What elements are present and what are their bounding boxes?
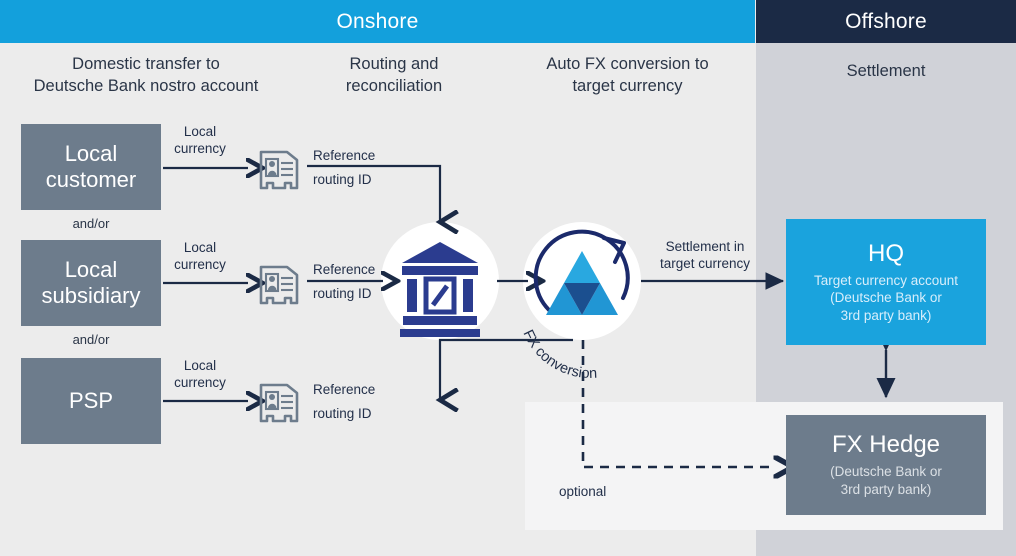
flow-label-settlement-target: Settlement in target currency — [659, 239, 751, 271]
fx-hedge-title: FX Hedge — [831, 431, 941, 459]
onshore-banner: Onshore — [0, 0, 755, 43]
fx-hedge-box[interactable]: FX Hedge (Deutsche Bank or 3rd party bank… — [786, 415, 986, 515]
hq-box[interactable]: HQ Target currency account (Deutsche Bank… — [786, 219, 986, 345]
id-card-icon-3 — [259, 383, 299, 423]
source-box-local-subsidiary[interactable]: Local subsidiary — [21, 240, 161, 326]
flow-label-routing-id-3: routing ID — [313, 406, 372, 421]
hq-title: HQ — [868, 239, 904, 267]
flow-label-optional: optional — [559, 484, 607, 499]
offshore-banner: Offshore — [756, 0, 1016, 43]
flow-label-local-currency-1: Local currency — [174, 124, 226, 156]
flow-label-local-currency-3: Local currency — [174, 358, 226, 390]
caption-auto-fx: Auto FX conversion to target currency — [546, 55, 709, 95]
caption-settlement: Settlement — [846, 62, 926, 80]
diagram-canvas: Onshore Offshore Domestic transfer to Deu… — [0, 0, 1016, 556]
id-card-icon-1 — [259, 150, 299, 190]
connector-and-or-1: and/or — [72, 216, 110, 231]
flow-label-reference-3: Reference — [313, 382, 376, 397]
offshore-banner-label: Offshore — [845, 9, 927, 33]
svg-text:FX conversion: FX conversion — [520, 327, 598, 380]
fx-conversion-label: FX conversion — [520, 327, 598, 380]
source-label-local-customer: Local customer — [45, 140, 137, 192]
source-box-psp[interactable]: PSP — [21, 358, 161, 444]
caption-domestic-transfer: Domestic transfer to Deutsche Bank nostro… — [33, 55, 259, 95]
flow-label-routing-id-1: routing ID — [313, 172, 372, 187]
source-label-local-subsidiary: Local subsidiary — [41, 256, 141, 308]
connector-and-or-2: and/or — [72, 332, 110, 347]
bank-circle-background — [381, 222, 499, 340]
fx-hedge-subtitle: (Deutsche Bank or 3rd party bank) — [830, 464, 942, 497]
caption-routing: Routing and reconciliation — [345, 55, 443, 95]
flow-label-reference-1: Reference — [313, 148, 376, 163]
source-box-local-customer[interactable]: Local customer — [21, 124, 161, 210]
flow-label-local-currency-2: Local currency — [174, 240, 226, 272]
source-label-psp: PSP — [68, 387, 114, 413]
id-card-icon-2 — [259, 265, 299, 305]
onshore-banner-label: Onshore — [336, 9, 419, 33]
hq-subtitle: Target currency account (Deutsche Bank or… — [813, 272, 959, 323]
